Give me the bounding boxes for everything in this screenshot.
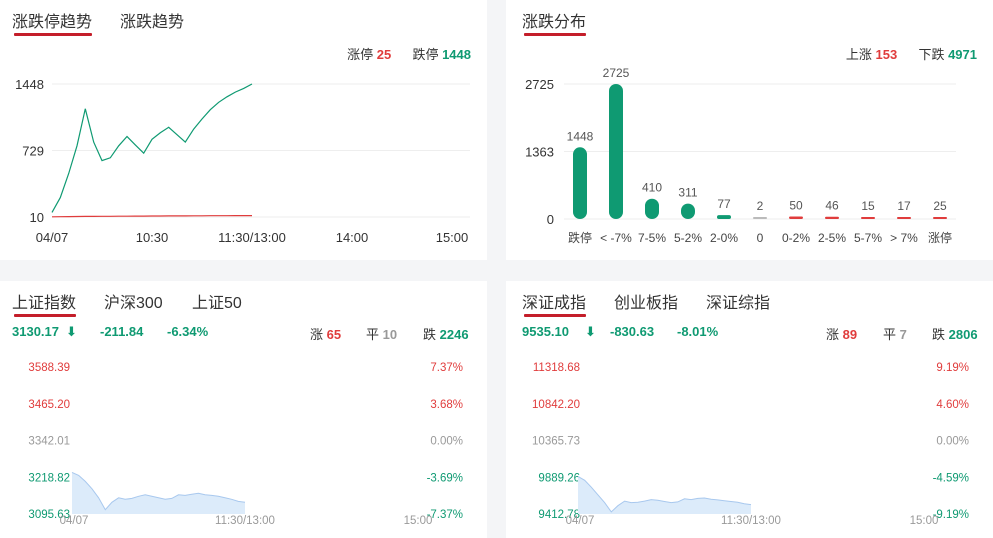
y-left-label: 3588.39: [28, 362, 70, 374]
bar: [753, 217, 767, 219]
category-label: < -7%: [600, 231, 632, 245]
y-left-label: 3465.20: [28, 399, 70, 411]
y-left-label: 9889.26: [538, 472, 580, 484]
distribution-panel: 涨跌分布 上涨 153 下跌 4971 2725 1363 0 1448 跌停 2725 <…: [506, 0, 993, 260]
y-tick-label: 2725: [525, 77, 554, 92]
bar-value-label: 410: [642, 181, 662, 195]
bar-value-label: 77: [717, 197, 731, 211]
sz-index-panel: 深证成指 创业板指 深证综指 9535.10 ⬇ -830.63 -8.01% …: [506, 281, 993, 538]
y-tick-label: 0: [547, 212, 554, 227]
y-left-label: 10365.73: [532, 436, 580, 448]
bar: [681, 203, 695, 219]
x-tick-label: 14:00: [336, 230, 369, 245]
y-tick-label: 10: [30, 210, 44, 225]
category-label: 7-5%: [638, 231, 666, 245]
bar: [933, 217, 947, 219]
limit-down-line: [51, 83, 253, 213]
y-tick-label: 729: [22, 144, 44, 159]
y-right-label: 4.60%: [936, 399, 969, 411]
y-left-label: 10842.20: [532, 399, 580, 411]
bar: [609, 84, 623, 219]
category-label: 2-5%: [818, 231, 846, 245]
bar: [573, 147, 587, 219]
y-right-label: 0.00%: [430, 436, 463, 448]
bar: [789, 216, 803, 219]
category-label: 涨停: [928, 230, 952, 245]
bar-value-label: 15: [861, 199, 875, 213]
y-left-label: 3218.82: [28, 472, 70, 484]
y-right-label: -3.69%: [427, 472, 463, 484]
category-label: 跌停: [568, 230, 592, 245]
bar-value-label: 311: [678, 186, 697, 200]
category-label: 0-2%: [782, 231, 810, 245]
y-tick-label: 1363: [525, 144, 554, 159]
category-label: > 7%: [890, 231, 918, 245]
bar-value-label: 50: [789, 199, 803, 213]
category-label: 0: [757, 231, 764, 245]
category-label: 5-2%: [674, 231, 702, 245]
y-tick-label: 1448: [15, 77, 44, 92]
bar: [897, 217, 911, 219]
y-right-label: 3.68%: [430, 399, 463, 411]
x-tick-label: 11:30/13:00: [721, 515, 781, 527]
bar: [717, 215, 731, 219]
limit-trend-chart: 1448 729 10 04/07 10:30 11:30/13:00 14:00 15:00: [15, 77, 470, 245]
sh-index-panel: 上证指数 沪深300 上证50 3130.17 ⬇ -211.84 -6.34%…: [0, 281, 487, 538]
category-label: 2-0%: [710, 231, 738, 245]
bar-value-label: 2725: [603, 66, 630, 80]
distribution-chart: 2725 1363 0 1448 跌停 2725 < -7% 410 7-5% 311 5-2% 77…: [525, 66, 956, 245]
y-right-label: 0.00%: [936, 436, 969, 448]
y-right-label: -4.59%: [933, 472, 969, 484]
x-tick-label: 10:30: [136, 230, 169, 245]
index-area: [578, 476, 751, 514]
y-left-label: 11318.68: [533, 362, 580, 374]
x-tick-label: 15:00: [436, 230, 469, 245]
sh-index-chart: 3588.39 7.37% 3465.20 3.68% 3342.01 0.00% 3218…: [28, 362, 463, 527]
x-tick-label: 04/07: [36, 230, 69, 245]
x-tick-label: 11:30/13:00: [215, 515, 275, 527]
x-tick-label: 04/07: [60, 515, 89, 527]
x-tick-label: 11:30/13:00: [218, 230, 286, 245]
bar: [825, 216, 839, 219]
limit-trend-panel: 涨跌停趋势 涨跌趋势 涨停 25 跌停 1448 1448 729 10 04/07 1…: [0, 0, 487, 260]
y-right-label: 7.37%: [430, 362, 463, 374]
sz-index-chart: 11318.68 9.19% 10842.20 4.60% 10365.73 0.00% 9…: [532, 362, 969, 527]
y-right-label: 9.19%: [936, 362, 969, 374]
x-tick-label: 15:00: [910, 515, 939, 527]
bar-value-label: 17: [897, 199, 911, 213]
bar-value-label: 2: [757, 199, 764, 213]
bar: [861, 217, 875, 219]
y-left-label: 3342.01: [28, 436, 70, 448]
x-tick-label: 15:00: [404, 515, 433, 527]
x-tick-label: 04/07: [566, 515, 595, 527]
bar: [645, 198, 659, 219]
category-label: 5-7%: [854, 231, 882, 245]
bar-value-label: 46: [825, 199, 839, 213]
index-area: [72, 472, 245, 514]
bar-value-label: 1448: [567, 129, 594, 143]
bar-value-label: 25: [933, 199, 947, 213]
